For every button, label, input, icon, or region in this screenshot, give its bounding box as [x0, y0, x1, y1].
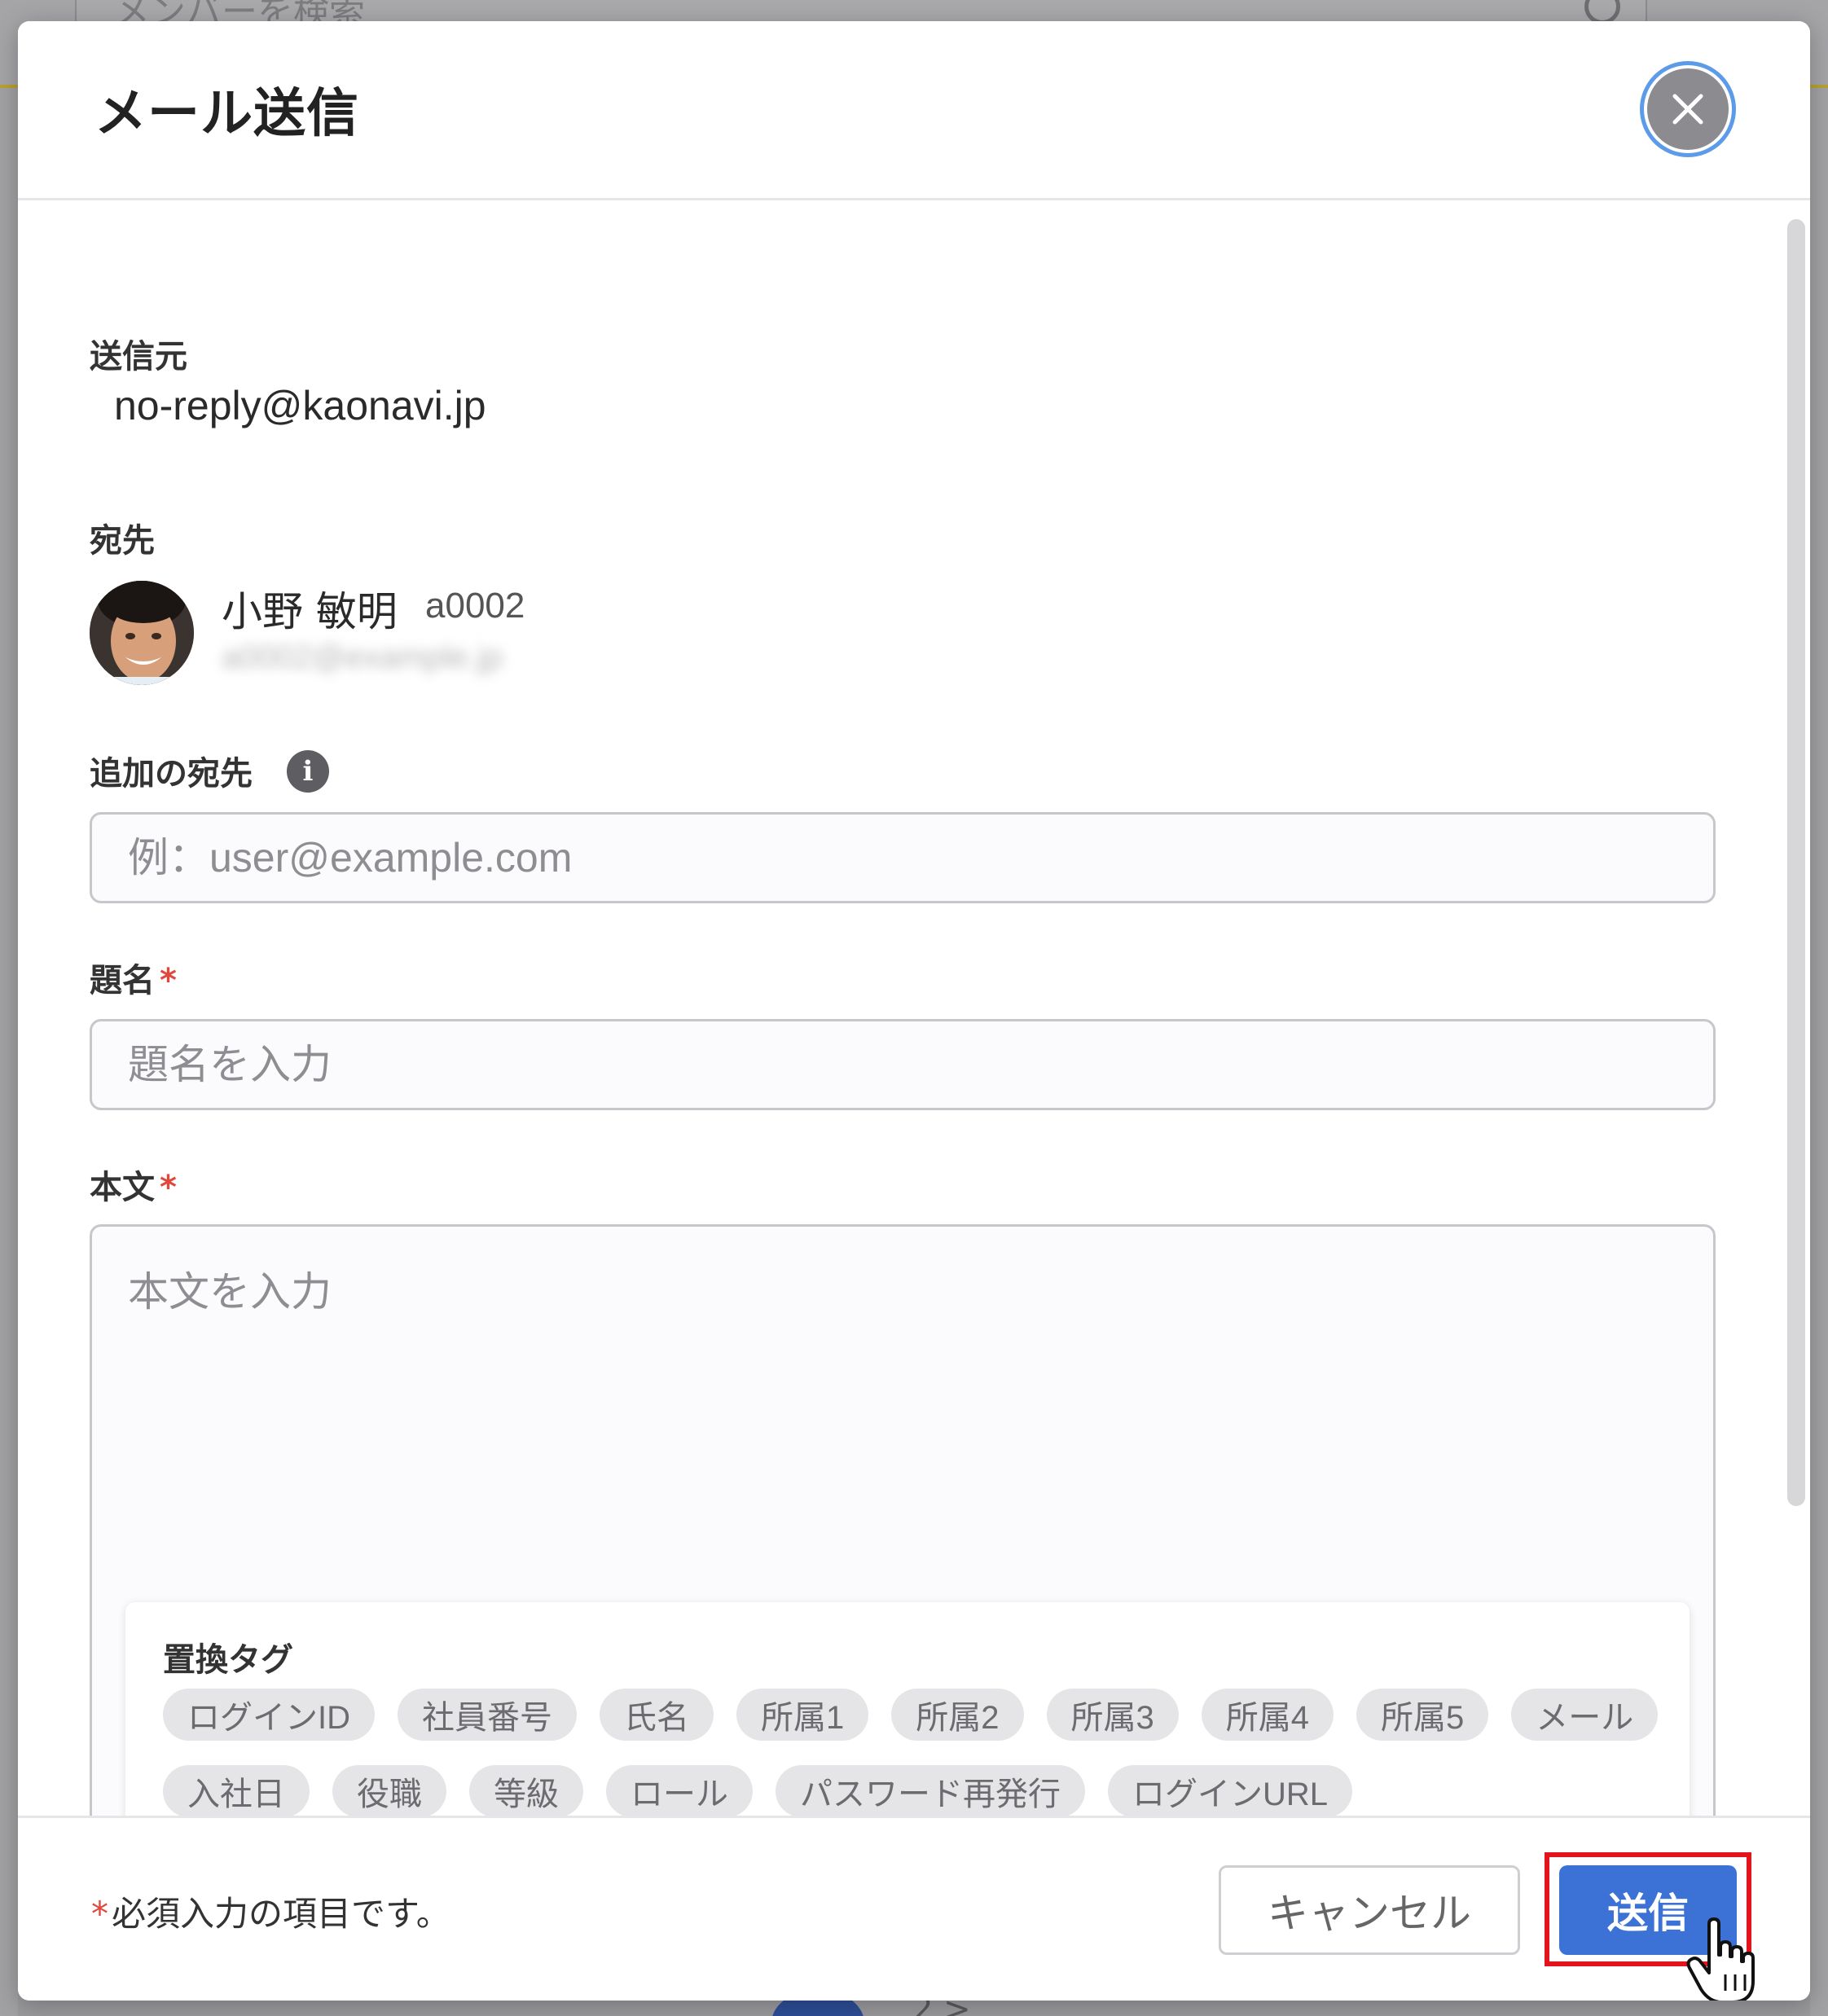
send-mail-dialog: メール送信 送信元 no-reply@kaonavi.jp 宛先 小野 敏明 a…	[18, 21, 1810, 2001]
tag-department-1[interactable]: 所属1	[736, 1689, 869, 1741]
close-icon	[1672, 94, 1703, 125]
tag-department-3[interactable]: 所属3	[1046, 1689, 1179, 1741]
tag-role[interactable]: ロール	[606, 1765, 753, 1816]
tag-password-reissue[interactable]: パスワード再発行	[776, 1765, 1085, 1816]
tag-login-id[interactable]: ログインID	[163, 1689, 375, 1741]
tag-position[interactable]: 役職	[332, 1765, 446, 1816]
to-label: 宛先	[90, 522, 155, 560]
additional-recipients-label: 追加の宛先	[90, 755, 253, 793]
tag-employee-number[interactable]: 社員番号	[398, 1689, 577, 1741]
required-mark: *	[91, 1894, 108, 1934]
tag-grade[interactable]: 等級	[469, 1765, 583, 1816]
replacement-tags-panel: 置換タグ ログインID 社員番号 氏名 所属1 所属2 所属3 所属4 所属5 …	[125, 1602, 1690, 1816]
replacement-tags-list: ログインID 社員番号 氏名 所属1 所属2 所属3 所属4 所属5 メール 入…	[163, 1689, 1662, 1816]
background-left-column	[0, 88, 18, 2016]
additional-recipients-input[interactable]	[90, 812, 1716, 903]
background-right-column	[1810, 88, 1828, 2016]
required-mark: *	[160, 1169, 177, 1206]
tag-department-4[interactable]: 所属4	[1201, 1689, 1334, 1741]
required-note: *必須入力の項目です。	[91, 1886, 450, 1936]
cancel-button[interactable]: キャンセル	[1219, 1865, 1520, 1955]
subject-label: 題名 *	[90, 954, 177, 1001]
dialog-body: 送信元 no-reply@kaonavi.jp 宛先 小野 敏明 a0002 a…	[18, 203, 1810, 1816]
hand-cursor-icon	[1686, 1917, 1755, 2001]
tag-join-date[interactable]: 入社日	[163, 1765, 310, 1816]
tag-email[interactable]: メール	[1511, 1689, 1659, 1741]
tag-login-url[interactable]: ログインURL	[1108, 1765, 1353, 1816]
tag-department-2[interactable]: 所属2	[891, 1689, 1024, 1741]
required-mark: *	[160, 962, 177, 999]
dialog-header: メール送信	[18, 21, 1810, 200]
tag-full-name[interactable]: 氏名	[600, 1689, 714, 1741]
dialog-footer: *必須入力の項目です。 キャンセル 送信	[18, 1816, 1810, 2001]
recipient-email: a0002@example.jp	[222, 639, 503, 675]
recipient-id: a0002	[425, 586, 525, 626]
info-icon[interactable]: i	[287, 750, 329, 793]
dialog-title: メール送信	[94, 84, 359, 144]
from-label: 送信元	[90, 338, 187, 376]
body-label-text: 本文	[90, 1169, 155, 1206]
from-address: no-reply@kaonavi.jp	[114, 383, 486, 428]
tag-department-5[interactable]: 所属5	[1356, 1689, 1489, 1741]
close-button[interactable]	[1644, 65, 1732, 153]
body-label: 本文 *	[90, 1161, 177, 1208]
subject-input[interactable]	[90, 1019, 1716, 1110]
subject-label-text: 題名	[90, 962, 155, 999]
recipient-avatar	[90, 581, 194, 685]
required-note-text: 必須入力の項目です。	[112, 1894, 450, 1934]
recipient-name: 小野 敏明	[222, 588, 398, 635]
replacement-tags-title: 置換タグ	[163, 1641, 293, 1679]
dialog-scrollbar-thumb[interactable]	[1787, 219, 1805, 1506]
